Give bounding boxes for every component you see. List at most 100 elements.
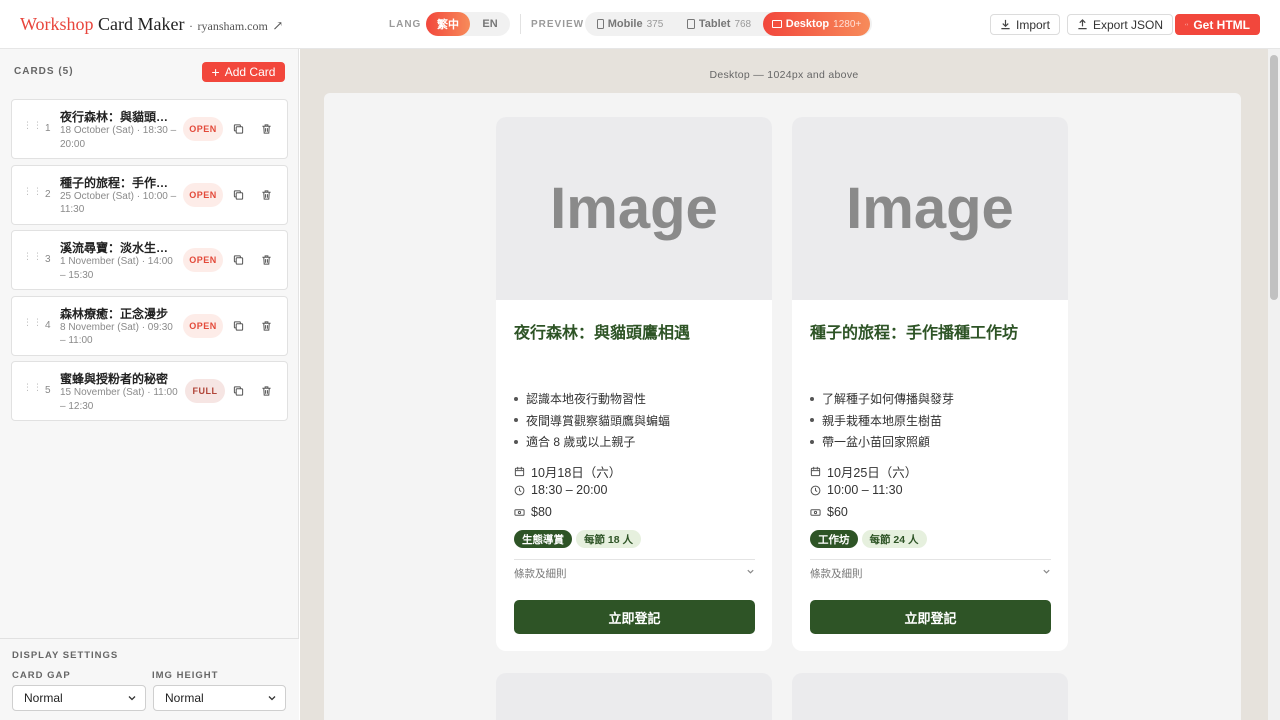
card-tags: 工作坊 每節 24 人 — [810, 530, 927, 548]
add-card-label: Add Card — [224, 65, 276, 79]
external-link-icon[interactable]: ↗ — [272, 18, 283, 33]
clock-icon — [810, 485, 821, 495]
duplicate-icon[interactable] — [233, 123, 244, 135]
register-button[interactable]: 立即登記 — [810, 600, 1051, 634]
ticket-icon — [810, 508, 821, 516]
card-price-text: $80 — [531, 505, 552, 519]
preview-desktop-size: 1280+ — [833, 18, 862, 30]
card-bullet-list: 了解種子如何傳播與發芽 親手栽種本地原生樹苗 帶一盆小苗回家照顧 — [810, 388, 954, 453]
chevron-down-icon — [268, 696, 276, 701]
card-tags: 生態導賞 每節 18 人 — [514, 530, 642, 548]
preview-area: Desktop — 1024px and above Image 夜行森林：與貓… — [300, 49, 1268, 720]
card-list-item[interactable]: ⋮⋮ 1 夜行森林：與貓頭鷹相遇 18 October (Sat) · 18:3… — [11, 99, 288, 159]
drag-handle-icon[interactable]: ⋮⋮ — [23, 383, 42, 396]
list-item: 帶一盆小苗回家照顧 — [810, 431, 954, 453]
card-schedule: 18 October (Sat) · 18:30 – 20:00 — [60, 125, 177, 150]
card-list-item[interactable]: ⋮⋮ 4 森林療癒：正念漫步 8 November (Sat) · 09:30 … — [11, 295, 288, 356]
preview-switch: Mobile 375 Tablet 768 Desktop 1280+ — [585, 12, 872, 36]
display-settings-heading: DISPLAY SETTINGS — [12, 650, 119, 661]
drag-handle-icon[interactable]: ⋮⋮ — [23, 121, 42, 134]
card-price: $80 — [514, 505, 552, 519]
export-json-button[interactable]: Export JSON — [1067, 14, 1174, 35]
bullet-text: 帶一盆小苗回家照顧 — [822, 435, 931, 450]
card-list-item[interactable]: ⋮⋮ 5 蜜蜂與授粉者的秘密 15 November (Sat) · 11:00… — [11, 361, 288, 421]
add-card-button[interactable]: + Add Card — [202, 62, 285, 82]
card-time: 10:00 – 11:30 — [810, 483, 903, 497]
category-tag: 生態導賞 — [514, 530, 572, 548]
card-title: 種子的旅程：手作播種工作坊 — [810, 325, 1019, 342]
list-item: 了解種子如何傳播與發芽 — [810, 388, 954, 410]
card-bullet-list: 認識本地夜行動物習性 夜間導賞觀察貓頭鷹與蝙蝠 適合 8 歲或以上親子 — [514, 388, 670, 453]
bullet-text: 親手栽種本地原生樹苗 — [822, 413, 943, 428]
card-number: 1 — [45, 123, 51, 134]
card-date-text: 10月25日（六） — [827, 466, 918, 480]
card-time-text: 18:30 – 20:00 — [531, 483, 608, 497]
brand-dot: · — [189, 19, 194, 33]
card-list-item[interactable]: ⋮⋮ 2 種子的旅程：手作播種工作坊 25 October (Sat) · 10… — [11, 164, 288, 225]
drag-handle-icon[interactable]: ⋮⋮ — [23, 252, 42, 265]
duplicate-icon[interactable] — [233, 385, 244, 397]
trash-icon[interactable] — [261, 254, 272, 266]
display-settings: DISPLAY SETTINGS CARD GAP IMG HEIGHT Nor… — [0, 638, 299, 720]
card-date: 10月25日（六） — [810, 462, 917, 481]
card-date-text: 10月18日（六） — [531, 466, 622, 480]
card-gap-select[interactable]: Normal — [12, 685, 146, 711]
brand-word-workshop: Workshop — [20, 14, 94, 34]
cards-count-heading: CARDS (5) — [14, 66, 74, 77]
capacity-tag: 每節 18 人 — [576, 530, 642, 548]
img-height-value: Normal — [165, 691, 204, 705]
duplicate-icon[interactable] — [233, 320, 244, 332]
terms-toggle[interactable]: 條款及細則 — [514, 566, 755, 581]
desktop-icon — [771, 20, 782, 28]
card-price: $60 — [810, 505, 848, 519]
card-title: 夜行森林：與貓頭鷹相遇 — [60, 110, 178, 124]
scrollbar-thumb[interactable] — [1270, 55, 1278, 300]
status-badge: OPEN — [183, 248, 223, 272]
card-list-item[interactable]: ⋮⋮ 3 溪流尋寶：淡水生態探索 1 November (Sat) · 14:0… — [11, 230, 288, 290]
lang-label: LANG — [389, 19, 422, 30]
lang-option-en[interactable]: EN — [470, 12, 510, 36]
list-item: 親手栽種本地原生樹苗 — [810, 410, 954, 432]
bullet-icon — [810, 396, 814, 401]
card-title: 森林療癒：正念漫步 — [60, 306, 169, 321]
card-number: 2 — [45, 188, 51, 200]
bullet-icon — [810, 439, 814, 444]
brand-site-link[interactable]: ryansham.com — [198, 19, 268, 33]
preview-desktop-button[interactable]: Desktop 1280+ — [763, 12, 870, 36]
drag-handle-icon[interactable]: ⋮⋮ — [23, 317, 42, 331]
card-price-text: $60 — [827, 505, 848, 519]
img-height-select[interactable]: Normal — [153, 685, 286, 711]
card-title: 蜜蜂與授粉者的秘密 — [60, 372, 169, 386]
card-number: 4 — [45, 319, 51, 331]
get-html-button[interactable]: Get HTML — [1175, 14, 1260, 35]
register-button[interactable]: 立即登記 — [514, 600, 755, 634]
card-schedule: 1 November (Sat) · 14:00 – 15:30 — [60, 256, 173, 281]
preview-tablet-button[interactable]: Tablet 768 — [675, 12, 763, 36]
trash-icon[interactable] — [261, 123, 272, 135]
status-badge: OPEN — [183, 117, 223, 141]
chevron-down-icon — [128, 696, 136, 701]
duplicate-icon[interactable] — [233, 254, 244, 266]
card-list: ⋮⋮ 1 夜行森林：與貓頭鷹相遇 18 October (Sat) · 18:3… — [11, 99, 288, 427]
duplicate-icon[interactable] — [233, 189, 244, 201]
divider — [520, 14, 521, 34]
lang-option-zh[interactable]: 繁中 — [426, 12, 470, 36]
chevron-down-icon — [747, 569, 754, 574]
workshop-card: Image 夜行森林：與貓頭鷹相遇 認識本地夜行動物習性 夜間導賞觀察貓頭鷹與蝙… — [496, 117, 772, 651]
card-date: 10月18日（六） — [514, 462, 621, 481]
code-icon — [1185, 23, 1189, 26]
trash-icon[interactable] — [261, 320, 272, 332]
preview-mobile-button[interactable]: Mobile 375 — [585, 12, 675, 36]
drag-handle-icon[interactable]: ⋮⋮ — [23, 186, 42, 200]
bullet-text: 適合 8 歲或以上親子 — [526, 435, 636, 450]
sidebar: CARDS (5) + Add Card ⋮⋮ 1 夜行森林：與貓頭鷹相遇 18… — [0, 49, 299, 720]
import-button[interactable]: Import — [990, 14, 1061, 35]
trash-icon[interactable] — [261, 385, 272, 397]
tablet-icon — [686, 19, 695, 29]
preview-tablet-label: Tablet — [698, 18, 731, 30]
calendar-icon — [810, 466, 821, 477]
scrollbar[interactable] — [1268, 49, 1280, 720]
trash-icon[interactable] — [261, 189, 272, 201]
divider — [514, 559, 755, 560]
terms-toggle[interactable]: 條款及細則 — [810, 566, 1051, 581]
